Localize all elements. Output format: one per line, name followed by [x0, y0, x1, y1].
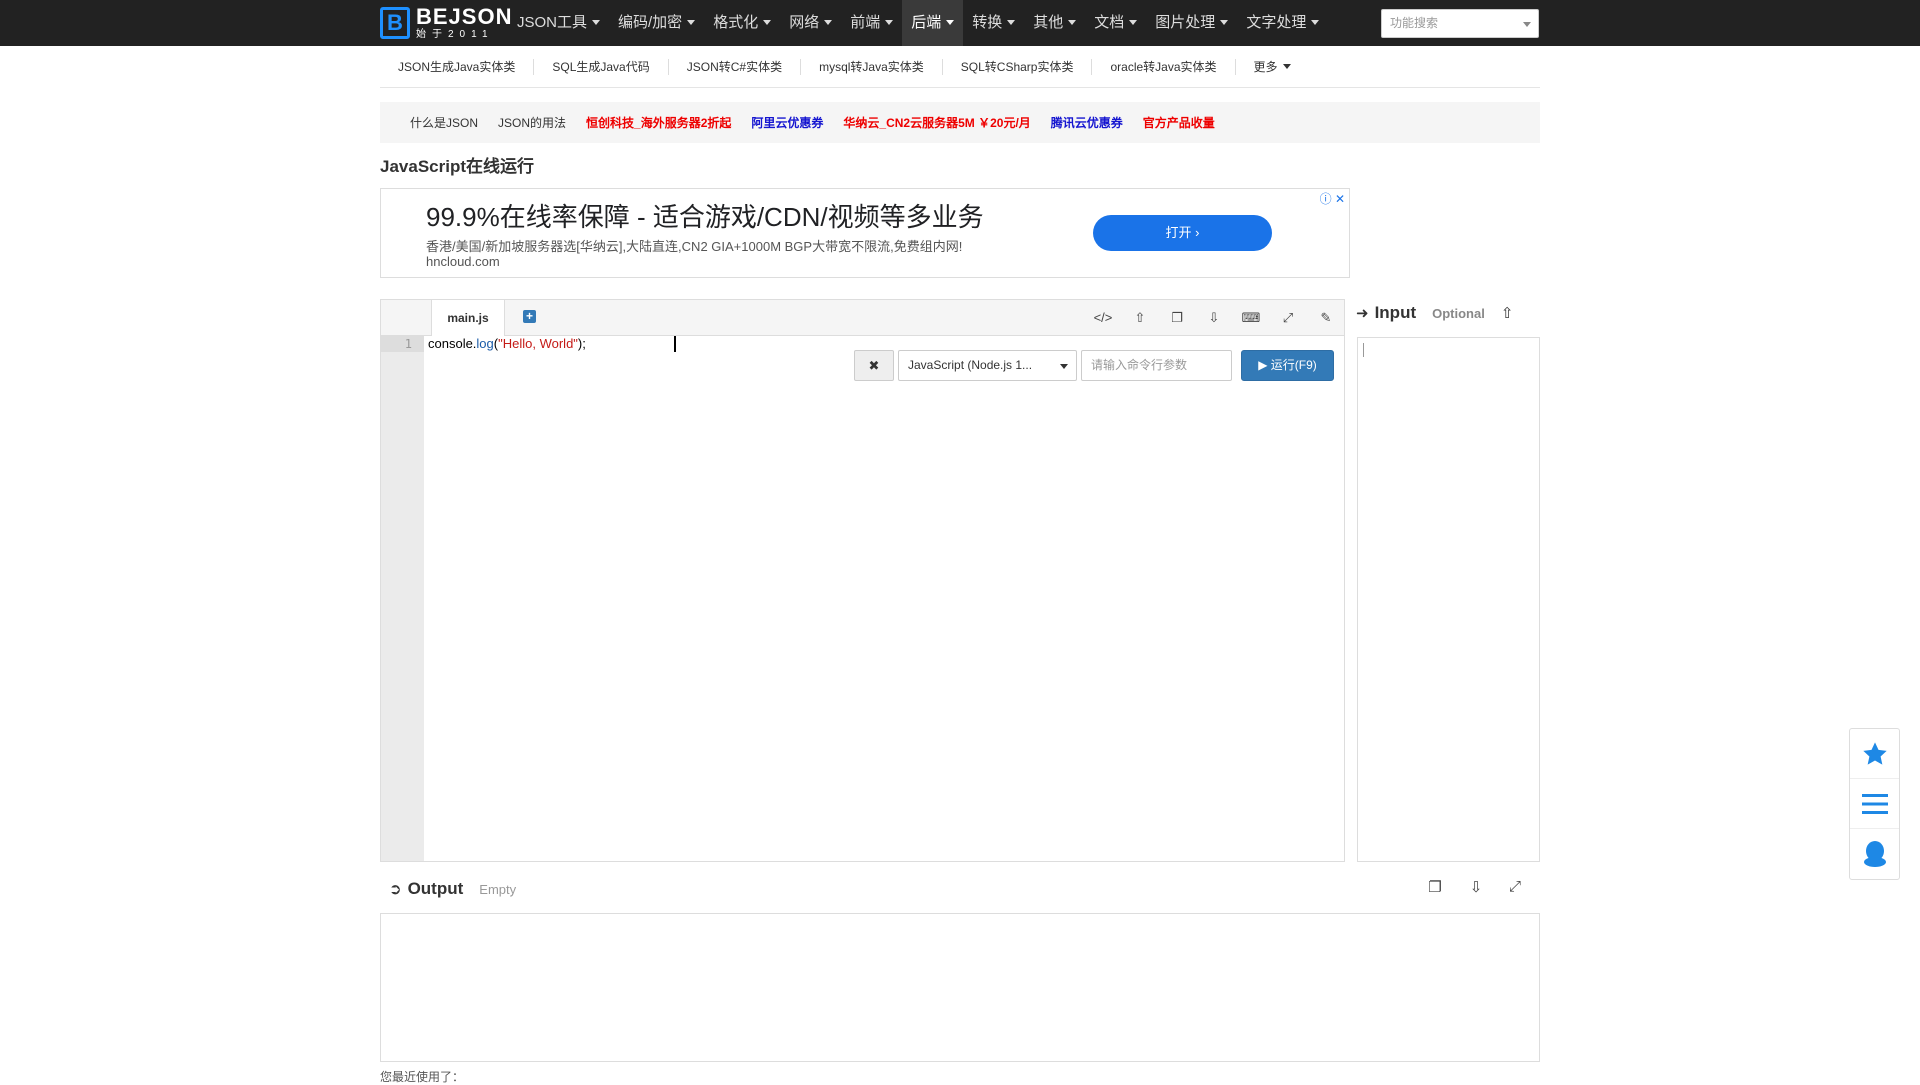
nav-docs[interactable]: 文档 — [1085, 0, 1146, 46]
output-header: ➲ Output Empty — [389, 876, 516, 902]
nav-text[interactable]: 文字处理 — [1237, 0, 1328, 46]
command-args-input[interactable]: 请输入命令行参数 — [1081, 350, 1232, 381]
caret-down-icon — [1129, 20, 1138, 25]
sublink-oracle-to-java[interactable]: oracle转Java实体类 — [1092, 58, 1236, 75]
brand-logo-link[interactable]: BEJSON 始于2011 — [380, 5, 512, 41]
qq-contact-button[interactable] — [1850, 829, 1899, 879]
recently-used-label: 您最近使用了： — [380, 1070, 465, 1084]
language-select[interactable]: JavaScript (Node.js 1... — [898, 350, 1077, 381]
play-icon: ▶ — [1258, 358, 1268, 372]
ad-open-button[interactable]: 打开 › — [1093, 215, 1272, 251]
text-cursor — [674, 336, 676, 352]
line-number: 1 — [381, 336, 424, 352]
brand-name: BEJSON — [416, 4, 513, 29]
copy-icon[interactable]: ❐ — [1167, 308, 1187, 328]
copy-icon[interactable]: ❐ — [1425, 878, 1445, 898]
input-optional-label: Optional — [1432, 305, 1485, 321]
ad-info-close-icons[interactable]: ⓘ ✕ — [1320, 190, 1345, 207]
keyboard-icon[interactable]: ⌨ — [1241, 308, 1261, 328]
sublink-mysql-to-java[interactable]: mysql转Java实体类 — [801, 58, 943, 75]
caret-down-icon — [592, 20, 601, 25]
promo-hncloud[interactable]: 华纳云_CN2云服务器5M ￥20元/月 — [843, 114, 1030, 131]
qq-icon — [1863, 841, 1886, 867]
sublink-sql-to-csharp[interactable]: SQL转CSharp实体类 — [943, 58, 1093, 75]
brand-tagline: 始于2011 — [416, 29, 494, 40]
input-title: Input — [1374, 303, 1417, 322]
promo-hengchuang[interactable]: 恒创科技_海外服务器2折起 — [586, 114, 731, 131]
fullscreen-icon[interactable]: ⤢ — [1505, 878, 1525, 898]
sublink-sql-to-java[interactable]: SQL生成Java代码 — [534, 58, 669, 75]
ad-url[interactable]: hncloud.com — [426, 254, 500, 269]
nav-backend[interactable]: 后端 — [902, 0, 964, 46]
sign-in-icon: ➜ — [1356, 305, 1369, 322]
sub-nav-links: JSON生成Java实体类 SQL生成Java代码 JSON转C#实体类 mys… — [380, 46, 1540, 88]
caret-down-icon — [1523, 22, 1531, 27]
add-file-icon[interactable]: + — [523, 310, 536, 323]
clear-button[interactable]: ✖ — [854, 350, 894, 381]
download-icon[interactable]: ⇩ — [1204, 308, 1224, 328]
nav-frontend[interactable]: 前端 — [841, 0, 902, 46]
code-editor-panel: main.js + </> ⇧ ❐ ⇩ ⌨ ⤢ ✎ 1 console.log(… — [380, 299, 1345, 862]
fullscreen-icon[interactable]: ⤢ — [1278, 308, 1298, 328]
caret-down-icon — [824, 20, 833, 25]
caret-down-icon — [1068, 20, 1077, 25]
nav-convert[interactable]: 转换 — [963, 0, 1024, 46]
code-icon[interactable]: </> — [1093, 308, 1113, 328]
bejson-logo-icon — [380, 7, 410, 39]
ad-banner[interactable]: 99.9%在线率保障 - 适合游戏/CDN/视频等多业务 香港/美国/新加坡服务… — [380, 188, 1350, 278]
sign-out-icon: ➲ — [389, 881, 402, 898]
editor-tabbar: main.js + </> ⇧ ❐ ⇩ ⌨ ⤢ ✎ — [381, 300, 1344, 336]
text-cursor — [1363, 343, 1364, 357]
ad-description: 香港/美国/新加坡服务器选[华纳云],大陆直连,CN2 GIA+1000M BG… — [426, 239, 963, 254]
nav-other[interactable]: 其他 — [1024, 0, 1085, 46]
output-empty-label: Empty — [479, 881, 517, 897]
function-search-select[interactable]: 功能搜索 — [1381, 9, 1539, 38]
caret-down-icon — [1060, 364, 1068, 369]
caret-down-icon — [946, 20, 955, 25]
promo-links-bar: 什么是JSON JSON的用法 恒创科技_海外服务器2折起 阿里云优惠券 华纳云… — [380, 102, 1540, 143]
promo-official-products[interactable]: 官方产品收量 — [1143, 114, 1215, 131]
stdin-textarea[interactable] — [1357, 337, 1540, 862]
output-title: Output — [407, 879, 464, 898]
promo-json-usage[interactable]: JSON的用法 — [498, 114, 566, 131]
nav-network[interactable]: 网络 — [780, 0, 841, 46]
run-toolbar: ✖ JavaScript (Node.js 1... 请输入命令行参数 ▶ 运行… — [854, 350, 1334, 383]
top-navbar: BEJSON 始于2011 JSON工具 编码/加密 格式化 网络 前端 后端 … — [0, 0, 1920, 46]
ad-headline[interactable]: 99.9%在线率保障 - 适合游戏/CDN/视频等多业务 — [426, 197, 984, 234]
sublink-json-to-csharp[interactable]: JSON转C#实体类 — [669, 58, 802, 75]
caret-down-icon — [885, 20, 894, 25]
nav-format[interactable]: 格式化 — [704, 0, 780, 46]
sublink-json-to-java[interactable]: JSON生成Java实体类 — [380, 58, 535, 75]
caret-down-icon — [687, 20, 696, 25]
output-panel[interactable] — [380, 913, 1540, 1062]
floating-sidebar — [1849, 728, 1900, 880]
caret-down-icon — [1007, 20, 1016, 25]
edit-icon[interactable]: ✎ — [1316, 308, 1336, 328]
caret-down-icon — [1311, 20, 1320, 25]
promo-tencent-coupon[interactable]: 腾讯云优惠券 — [1051, 114, 1123, 131]
star-icon — [1862, 741, 1887, 765]
line-number-gutter: 1 — [381, 336, 424, 861]
caret-down-icon — [763, 20, 772, 25]
menu-button[interactable] — [1850, 779, 1899, 829]
download-icon[interactable]: ⇩ — [1466, 878, 1486, 898]
menu-icon — [1861, 793, 1888, 814]
input-header: ➜ Input Optional ⇧ — [1356, 300, 1513, 326]
upload-icon[interactable]: ⇧ — [1130, 308, 1150, 328]
upload-icon[interactable]: ⇧ — [1501, 304, 1514, 322]
promo-aliyun-coupon[interactable]: 阿里云优惠券 — [751, 114, 823, 131]
code-line[interactable]: console.log("Hello, World"); — [428, 336, 586, 352]
nav-json-tools[interactable]: JSON工具 — [508, 0, 609, 46]
caret-down-icon — [1220, 20, 1229, 25]
nav-encode-encrypt[interactable]: 编码/加密 — [609, 0, 704, 46]
tab-main-js[interactable]: main.js — [431, 300, 505, 336]
sublink-more[interactable]: 更多 — [1236, 59, 1309, 75]
promo-what-is-json[interactable]: 什么是JSON — [410, 114, 478, 131]
main-menu: JSON工具 编码/加密 格式化 网络 前端 后端 转换 其他 文档 图片处理 … — [508, 0, 1328, 46]
nav-image[interactable]: 图片处理 — [1146, 0, 1237, 46]
favorite-button[interactable] — [1850, 729, 1899, 779]
run-button[interactable]: ▶ 运行(F9) — [1241, 350, 1334, 381]
caret-down-icon — [1282, 63, 1291, 69]
page-title: JavaScript在线运行 — [380, 157, 534, 176]
